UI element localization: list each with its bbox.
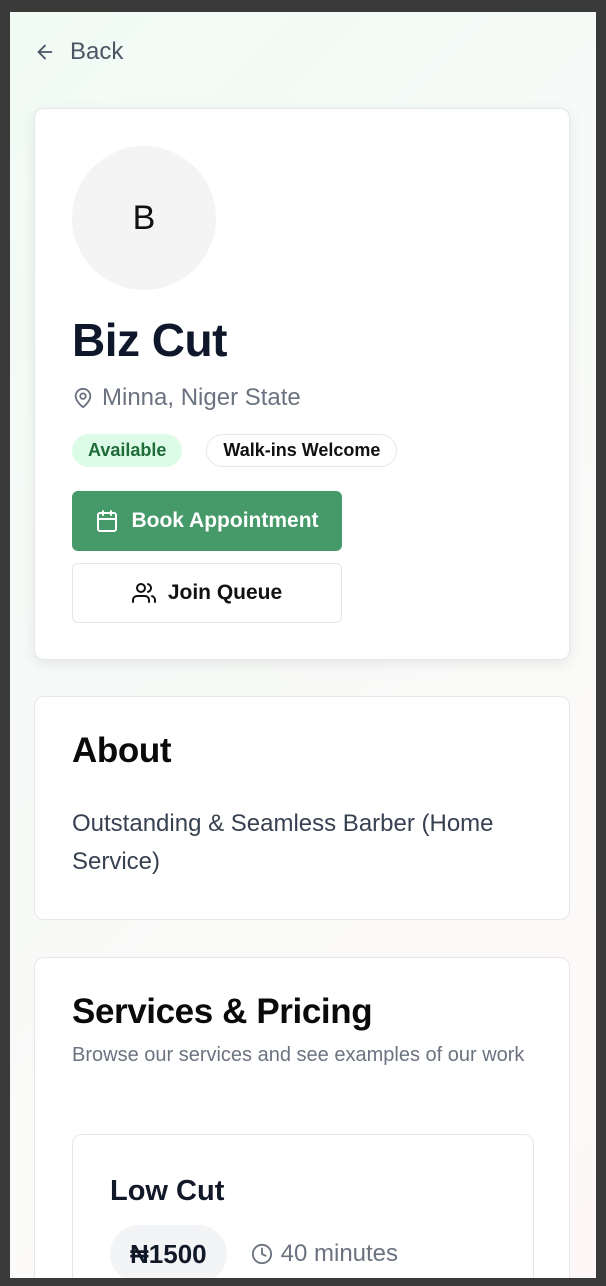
book-appointment-label: Book Appointment (131, 509, 319, 532)
page: Back B Biz Cut Minna, Niger State Availa… (10, 12, 596, 1278)
services-title: Services & Pricing (72, 992, 373, 1031)
avatar-initial: B (132, 198, 156, 237)
profile-card: B Biz Cut Minna, Niger State Available W… (34, 108, 570, 660)
join-queue-button[interactable]: Join Queue (72, 563, 342, 623)
location-text: Minna, Niger State (102, 384, 301, 411)
service-name: Low Cut (110, 1175, 225, 1207)
services-card: Services & Pricing Browse our services a… (34, 957, 570, 1278)
service-item[interactable]: Low Cut ₦1500 40 minutes (72, 1134, 534, 1278)
location: Minna, Niger State (72, 384, 301, 412)
users-icon (131, 583, 156, 603)
about-title: About (72, 731, 172, 770)
arrow-left-icon (37, 44, 53, 60)
back-button[interactable]: Back (34, 38, 123, 66)
business-name: Biz Cut (72, 314, 227, 366)
about-text: Outstanding & Seamless Barber (Home Serv… (72, 810, 494, 875)
map-pin-icon (74, 387, 92, 409)
about-card: About Outstanding & Seamless Barber (Hom… (34, 696, 570, 920)
calendar-icon (97, 510, 118, 532)
status-badge-available: Available (72, 434, 183, 467)
avatar: B (72, 146, 216, 290)
service-meta: ₦1500 40 minutes (110, 1225, 398, 1278)
clock-icon (251, 1243, 272, 1265)
back-label: Back (70, 38, 124, 65)
duration-text: 40 minutes (280, 1240, 399, 1267)
service-duration: 40 minutes (251, 1240, 398, 1268)
services-subtitle: Browse our services and see examples of … (72, 1044, 525, 1066)
join-queue-label: Join Queue (167, 581, 283, 604)
price-badge: ₦1500 (110, 1225, 227, 1278)
book-appointment-button[interactable]: Book Appointment (72, 491, 342, 551)
badges: Available Walk-ins Welcome (72, 434, 398, 467)
status-badge-walkins: Walk-ins Welcome (206, 434, 398, 467)
